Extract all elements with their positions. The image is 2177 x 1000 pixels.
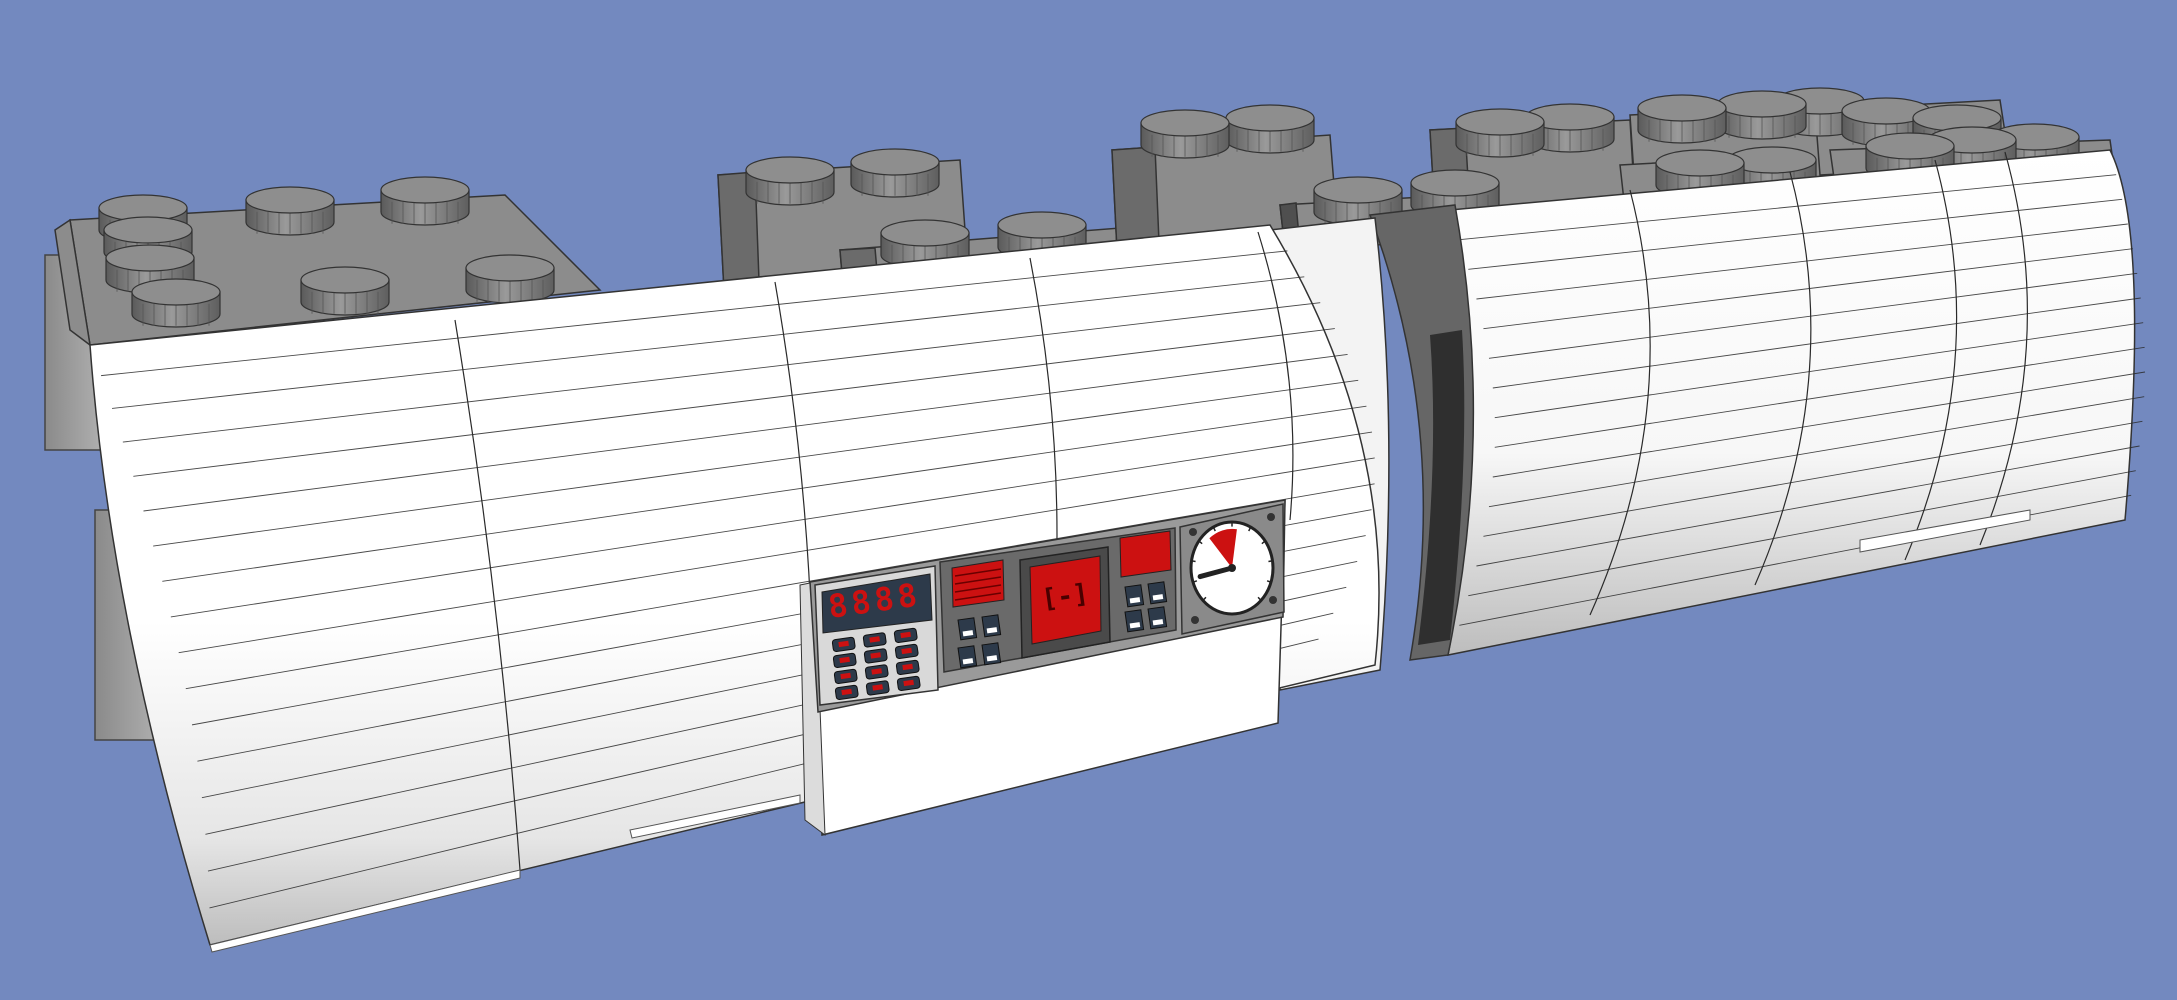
toggle-switch (957, 645, 978, 669)
stud (1637, 94, 1727, 144)
toggle-switch (1124, 584, 1145, 608)
keypad-key (864, 664, 889, 680)
stud (1225, 104, 1315, 154)
keypad-key (894, 643, 919, 659)
stud (1455, 108, 1545, 158)
stud (1717, 90, 1807, 140)
toggle-switch (1147, 606, 1168, 630)
stud (465, 254, 555, 304)
keypad-key (896, 675, 921, 691)
toggle-switch (981, 642, 1002, 666)
keypad-key (834, 684, 859, 700)
stud (300, 266, 390, 316)
stud (1140, 109, 1230, 159)
toggle-switch (1124, 609, 1145, 633)
keypad-key (893, 627, 918, 643)
keypad-key (895, 659, 920, 675)
3d-viewport[interactable]: 8888 [-] (0, 0, 2177, 1000)
keypad-key (862, 632, 887, 648)
lego-model-render: 8888 [-] (44, 87, 2146, 953)
stud (131, 278, 221, 328)
keypad: 8888 (814, 565, 939, 706)
keypad-key (832, 652, 857, 668)
toggle-switch (957, 617, 978, 641)
right-shell (1368, 149, 2146, 661)
keypad-key (831, 636, 856, 652)
toggle-switch (981, 614, 1002, 638)
keypad-key (833, 668, 858, 684)
stud (850, 148, 940, 198)
toggle-switch (1147, 581, 1168, 605)
keypad-key (865, 680, 890, 696)
stud (745, 156, 835, 206)
stud (380, 176, 470, 226)
pressure-gauge (1179, 503, 1285, 635)
keypad-key (863, 648, 888, 664)
stud (245, 186, 335, 236)
